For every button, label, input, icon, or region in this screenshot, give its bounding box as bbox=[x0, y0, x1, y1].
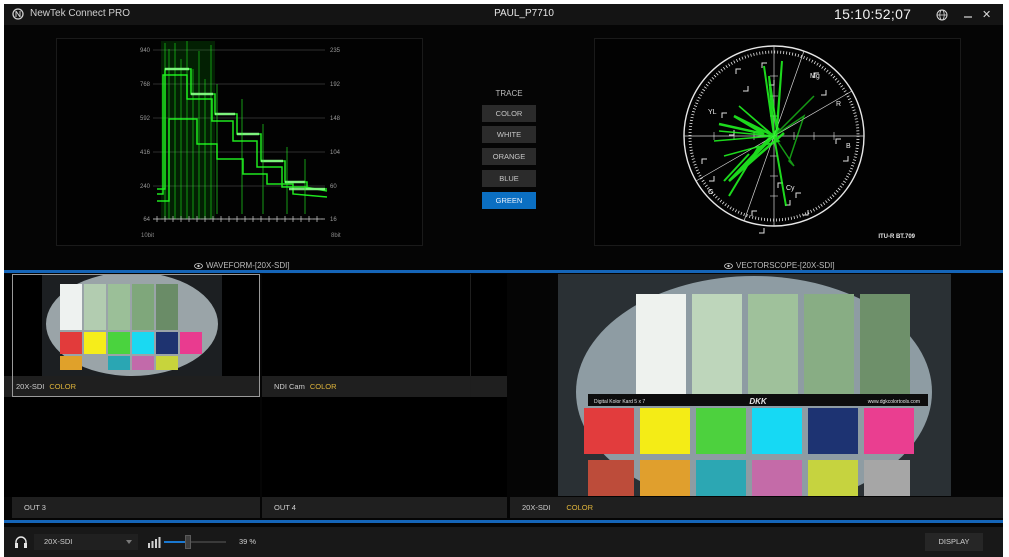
close-icon[interactable]: ✕ bbox=[982, 8, 991, 21]
vectorscope-caption: VECTORSCOPE-[20X-SDI] bbox=[724, 261, 835, 270]
waveform-graph: 940 768 592 416 240 64 235 192 148 104 6… bbox=[140, 41, 341, 239]
display-button[interactable]: DISPLAY bbox=[925, 533, 983, 551]
monitor-3-label-bar[interactable]: OUT 3 bbox=[12, 497, 260, 518]
eye-icon[interactable] bbox=[194, 262, 203, 269]
monitor-tile-4[interactable] bbox=[262, 397, 507, 497]
vectorscope-target-cy: Cy bbox=[786, 185, 795, 192]
waveform-right-tick: 60 bbox=[330, 184, 337, 190]
trace-label: TRACE bbox=[495, 89, 523, 98]
minimize-icon[interactable] bbox=[962, 10, 974, 20]
vectorscope-trace bbox=[713, 60, 815, 207]
host-name: PAUL_P7710 bbox=[494, 8, 554, 19]
footer-divider bbox=[4, 520, 1003, 523]
vectorscope-graph: YL Mg R B Cy G ITU-R BT.709 bbox=[683, 45, 916, 240]
waveform-left-unit: 10bit bbox=[141, 233, 154, 239]
waveform-right-tick: 235 bbox=[330, 48, 341, 54]
chevron-down-icon bbox=[126, 540, 132, 544]
timecode: 15:10:52;07 bbox=[834, 6, 912, 22]
monitor-tile-3[interactable] bbox=[4, 397, 260, 497]
waveform-trace bbox=[157, 41, 328, 219]
vectorscope-target-mg: Mg bbox=[810, 73, 820, 80]
app-window: NewTek Connect PRO PAUL_P7710 15:10:52;0… bbox=[4, 4, 1003, 557]
trace-color-button[interactable]: COLOR bbox=[482, 105, 536, 122]
vectorscope-target-g: G bbox=[708, 189, 713, 196]
waveform-left-tick: 416 bbox=[140, 150, 151, 156]
vectorscope-caption-text: VECTORSCOPE-[20X-SDI] bbox=[736, 261, 835, 270]
monitor-1-tag: COLOR bbox=[49, 382, 77, 391]
section-divider bbox=[4, 270, 1003, 273]
waveform-caption-text: WAVEFORM-[20X-SDI] bbox=[206, 261, 290, 270]
globe-icon[interactable] bbox=[936, 9, 948, 21]
monitor-4-label-bar[interactable]: OUT 4 bbox=[262, 497, 507, 518]
eye-icon[interactable] bbox=[724, 262, 733, 269]
waveform-right-tick: 16 bbox=[330, 217, 337, 223]
waveform-right-tick: 192 bbox=[330, 82, 341, 88]
program-chart-right-text: www.dgkcolortools.com bbox=[868, 399, 920, 405]
volume-icon bbox=[148, 537, 161, 548]
trace-green-button[interactable]: GREEN bbox=[482, 192, 536, 209]
program-chart-title: DKK bbox=[749, 397, 768, 406]
audio-source-select[interactable]: 20X-SDI bbox=[34, 534, 138, 550]
trace-blue-button[interactable]: BLUE bbox=[482, 170, 536, 187]
monitor-1-label-bar[interactable]: 20X-SDI COLOR bbox=[4, 376, 260, 397]
bottom-bar: 20X-SDI 39 % DISPLAY bbox=[4, 527, 1003, 557]
vectorscope: YL Mg R B Cy G ITU-R BT.709 bbox=[594, 38, 961, 246]
volume-slider[interactable] bbox=[164, 535, 226, 549]
waveform-right-tick: 148 bbox=[330, 116, 341, 122]
volume-slider-handle[interactable] bbox=[185, 535, 191, 549]
monitor-4-source: OUT 4 bbox=[274, 503, 296, 512]
waveform-left-tick: 240 bbox=[140, 184, 151, 190]
program-label-bar[interactable]: 20X-SDI COLOR bbox=[510, 497, 1003, 518]
monitor-3-source: OUT 3 bbox=[24, 503, 46, 512]
trace-white-button[interactable]: WHITE bbox=[482, 126, 536, 143]
monitor-2-tag: COLOR bbox=[309, 382, 337, 391]
monitor-tile-1[interactable] bbox=[4, 272, 260, 376]
waveform-right-unit: 8bit bbox=[331, 233, 341, 239]
trace-orange-button[interactable]: ORANGE bbox=[482, 148, 536, 165]
vectorscope-target-r: R bbox=[836, 101, 841, 108]
volume-value: 39 % bbox=[239, 537, 257, 546]
waveform-caption: WAVEFORM-[20X-SDI] bbox=[194, 261, 290, 270]
vectorscope-target-b: B bbox=[846, 143, 851, 150]
waveform-left-tick: 592 bbox=[140, 116, 151, 122]
waveform-scope: 940 768 592 416 240 64 235 192 148 104 6… bbox=[56, 38, 423, 246]
program-monitor[interactable]: Digital Kolor Kard 5 x 7 DKK www.dgkcolo… bbox=[558, 274, 951, 508]
vectorscope-target-yl: YL bbox=[708, 109, 717, 116]
app-title: NewTek Connect PRO bbox=[30, 8, 131, 19]
program-tag: COLOR bbox=[566, 503, 594, 512]
waveform-left-tick: 64 bbox=[143, 217, 150, 223]
waveform-left-tick: 940 bbox=[140, 48, 151, 54]
waveform-right-tick: 104 bbox=[330, 150, 341, 156]
vectorscope-standard: ITU-R BT.709 bbox=[878, 234, 915, 240]
monitor-1-source: 20X-SDI bbox=[16, 382, 45, 391]
monitor-1-thumbnail bbox=[42, 272, 222, 376]
monitor-2-source: NDI Cam bbox=[274, 382, 305, 391]
program-chart-left-text: Digital Kolor Kard 5 x 7 bbox=[594, 399, 645, 405]
program-video: Digital Kolor Kard 5 x 7 DKK www.dgkcolo… bbox=[558, 274, 951, 508]
audio-source-value: 20X-SDI bbox=[44, 537, 73, 546]
headphones-icon[interactable] bbox=[14, 536, 28, 548]
title-bar: NewTek Connect PRO PAUL_P7710 15:10:52;0… bbox=[4, 4, 1003, 25]
waveform-left-tick: 768 bbox=[140, 82, 151, 88]
program-source: 20X-SDI bbox=[522, 503, 551, 512]
newtek-logo-icon bbox=[12, 8, 24, 20]
